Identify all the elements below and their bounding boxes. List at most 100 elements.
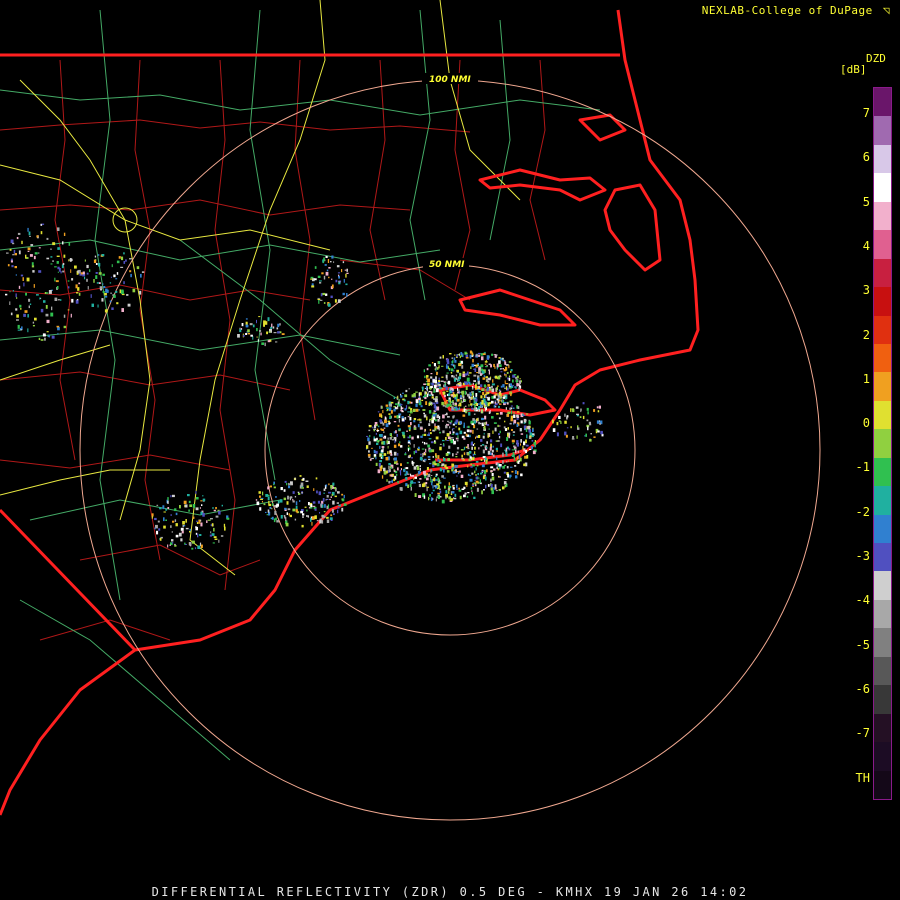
echo-pixel: [481, 418, 484, 420]
echo-pixel: [397, 481, 399, 484]
echo-pixel: [385, 457, 389, 461]
echo-pixel: [476, 428, 479, 430]
echo-pixel: [406, 462, 409, 464]
echo-pixel: [471, 363, 475, 367]
echo-pixel: [17, 324, 20, 329]
echo-pixel: [512, 379, 514, 383]
echo-pixel: [517, 450, 519, 453]
echo-pixel: [514, 470, 517, 474]
echo-pixel: [443, 381, 446, 383]
echo-pixel: [439, 468, 443, 472]
echo-pixel: [474, 355, 476, 358]
echo-pixel: [298, 493, 301, 495]
echo-pixel: [16, 319, 19, 321]
echo-pixel: [439, 496, 442, 498]
echo-pixel: [159, 507, 162, 510]
echo-pixel: [115, 278, 118, 280]
echo-pixel: [57, 332, 59, 335]
echo-pixel: [386, 479, 388, 482]
echo-pixel: [382, 422, 385, 426]
echo-pixel: [456, 475, 458, 477]
echo-pixel: [388, 465, 390, 470]
echo-pixel: [432, 402, 436, 405]
echo-pixel: [461, 488, 465, 490]
echo-pixel: [330, 514, 333, 517]
echo-pixel: [450, 493, 453, 495]
echo-pixel: [330, 261, 332, 263]
echo-pixel: [475, 480, 479, 483]
echo-pixel: [178, 532, 182, 537]
echo-pixel: [534, 440, 537, 443]
echo-pixel: [388, 413, 391, 415]
echo-pixel: [312, 501, 316, 504]
echo-pixel: [323, 302, 326, 304]
echo-pixel: [416, 474, 419, 476]
echo-pixel: [368, 441, 371, 445]
echo-pixel: [425, 473, 428, 475]
echo-pixel: [420, 453, 422, 456]
echo-pixel: [311, 285, 315, 288]
echo-pixel: [422, 409, 426, 411]
echo-pixel: [337, 509, 339, 514]
echo-pixel: [430, 401, 432, 404]
echo-pixel: [200, 544, 203, 548]
echo-pixel: [403, 399, 406, 402]
echo-pixel: [417, 470, 421, 475]
echo-pixel: [525, 439, 527, 444]
echo-pixel: [516, 380, 518, 383]
echo-pixel: [7, 264, 10, 267]
echo-pixel: [471, 355, 474, 357]
echo-pixel: [379, 467, 382, 472]
echo-pixel: [29, 254, 33, 257]
echo-pixel: [174, 508, 177, 512]
echo-pixel: [461, 454, 463, 458]
echo-pixel: [192, 504, 196, 508]
echo-pixel: [125, 259, 127, 262]
echo-pixel: [310, 518, 312, 522]
echo-pixel: [447, 451, 450, 454]
echo-pixel: [509, 422, 512, 425]
echo-pixel: [459, 470, 461, 473]
echo-pixel: [39, 297, 41, 300]
echo-pixel: [525, 428, 528, 432]
echo-pixel: [399, 441, 401, 443]
ring-label-100: 100 NMI: [429, 75, 471, 85]
echo-pixel: [496, 457, 498, 460]
echo-pixel: [23, 313, 26, 317]
echo-pixel: [475, 365, 478, 368]
echo-pixel: [200, 522, 203, 527]
echo-pixel: [475, 409, 478, 412]
echo-pixel: [376, 442, 379, 445]
echo-pixel: [294, 496, 297, 498]
echo-pixel: [480, 384, 483, 388]
echo-pixel: [461, 365, 464, 369]
echo-pixel: [504, 374, 507, 376]
echo-pixel: [482, 449, 485, 454]
echo-pixel: [435, 436, 439, 440]
colorbar-segment: [874, 258, 891, 288]
echo-pixel: [127, 303, 131, 307]
echo-pixel: [483, 384, 486, 388]
echo-pixel: [498, 433, 500, 436]
echo-pixel: [411, 394, 414, 398]
echo-pixel: [199, 507, 201, 509]
echo-pixel: [245, 318, 248, 320]
echo-pixel: [341, 269, 343, 273]
echo-pixel: [326, 495, 329, 498]
echo-pixel: [490, 483, 493, 488]
echo-pixel: [45, 292, 49, 294]
echo-pixel: [247, 333, 251, 335]
echo-pixel: [470, 463, 472, 466]
echo-pixel: [267, 509, 270, 513]
echo-pixel: [341, 507, 344, 512]
echo-pixel: [423, 433, 427, 436]
echo-pixel: [334, 487, 336, 490]
echo-pixel: [71, 278, 74, 281]
echo-pixel: [221, 504, 223, 507]
echo-pixel: [400, 406, 402, 410]
echo-pixel: [57, 299, 60, 301]
echo-pixel: [430, 497, 433, 502]
echo-pixel: [425, 482, 428, 485]
echo-pixel: [516, 410, 520, 413]
echo-pixel: [389, 433, 392, 435]
